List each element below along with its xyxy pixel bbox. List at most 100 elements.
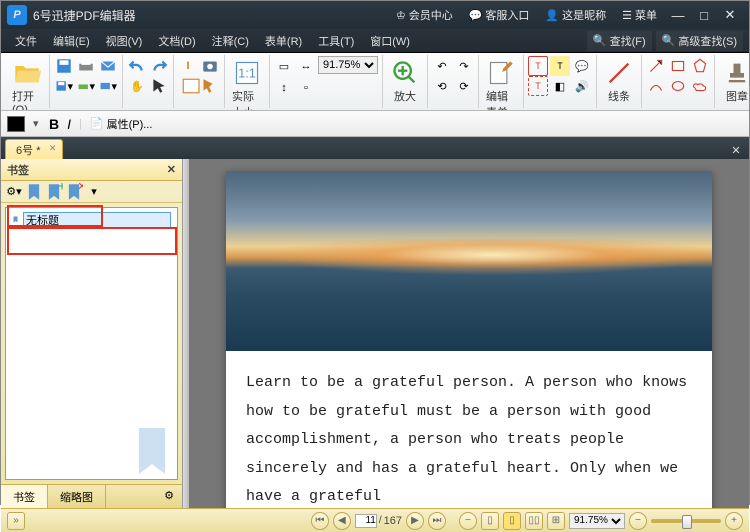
sound-button[interactable]: 🔊 [572, 76, 592, 96]
text-box-button[interactable]: T [528, 56, 548, 76]
close-panel-button[interactable]: ✕ [167, 163, 176, 176]
save-button[interactable] [54, 56, 74, 76]
menu-tool[interactable]: 工具(T) [310, 30, 362, 52]
ribbon-toolbar: 打开(O)... ▾ ▾ ▾ ✋ I 1:1 [1, 53, 749, 111]
redo-button[interactable] [149, 56, 169, 76]
advanced-find-button[interactable]: 🔍 高级查找(S) [656, 31, 743, 51]
page-number-input[interactable] [355, 514, 377, 528]
edit-form-button[interactable]: 编辑表单 [483, 56, 519, 111]
note-button[interactable]: 💬 [572, 56, 592, 76]
menu-comment[interactable]: 注释(C) [204, 30, 257, 52]
minimize-button[interactable]: — [665, 8, 691, 23]
document-tab[interactable]: 6号 *✕ [5, 139, 63, 159]
next-page-button[interactable]: ▶ [406, 512, 424, 530]
actual-size-button[interactable]: 1:1 实际大小 [229, 56, 265, 111]
bookmark-watermark-icon [132, 428, 172, 474]
continuous-page-button[interactable]: ▯ [503, 512, 521, 530]
fit-visible-button[interactable]: ▫ [296, 78, 316, 98]
prev-page-button[interactable]: ◀ [333, 512, 351, 530]
bookmark-settings-button[interactable]: ⚙▾ [5, 183, 23, 201]
properties-button[interactable]: 📄属性(P)... [90, 116, 153, 132]
rect-button[interactable] [668, 56, 688, 76]
first-page-button[interactable]: ⏮ [311, 512, 329, 530]
page-number-display: /167 [355, 514, 402, 528]
document-scroll-area[interactable]: Learn to be a grateful person. A person … [189, 159, 749, 508]
fit-page-button[interactable]: ▭ [274, 56, 294, 76]
menu-form[interactable]: 表单(R) [257, 30, 310, 52]
oval-button[interactable] [668, 76, 688, 96]
single-page-button[interactable]: ▯ [481, 512, 499, 530]
zoom-plus-button[interactable]: + [725, 512, 743, 530]
print-button[interactable] [76, 56, 96, 76]
zoom-out-status-button[interactable]: − [459, 512, 477, 530]
bookmark-item[interactable] [8, 210, 175, 230]
bookmarks-panel: 书签 ✕ ⚙▾ + × ▾ 书签 缩略图 ⚙ [1, 159, 183, 508]
color-swatch[interactable] [7, 116, 25, 132]
support-button[interactable]: 💬 客服入口 [461, 4, 538, 26]
highlight-button[interactable]: T [550, 56, 570, 76]
fit-height-button[interactable]: ↕ [274, 78, 294, 98]
rotate-page-left-button[interactable]: ⟲ [432, 76, 452, 96]
rotate-right-button[interactable]: ↷ [454, 56, 474, 76]
bookmark-name-input[interactable] [23, 212, 171, 228]
maximize-button[interactable]: □ [691, 8, 717, 23]
add-bookmark-button[interactable] [25, 183, 43, 201]
find-button[interactable]: 🔍 查找(F) [587, 31, 652, 51]
email-button[interactable] [98, 56, 118, 76]
scan-button[interactable]: ▾ [76, 76, 96, 96]
zoom-slider[interactable] [651, 519, 721, 523]
facing-page-button[interactable]: ▯▯ [525, 512, 543, 530]
menu-document[interactable]: 文档(D) [150, 30, 203, 52]
pdf-page: Learn to be a grateful person. A person … [226, 171, 712, 508]
stamp-icon [723, 59, 749, 87]
pencil-button[interactable] [646, 76, 666, 96]
panel-title: 书签 [7, 162, 29, 178]
expand-bookmark-button[interactable]: ▾ [85, 183, 103, 201]
open-button[interactable]: 打开(O)... [9, 56, 45, 111]
main-menu-button[interactable]: ☰ 菜单 [614, 4, 665, 26]
arrow-button[interactable] [646, 56, 666, 76]
menu-file[interactable]: 文件 [7, 30, 45, 52]
menu-edit[interactable]: 编辑(E) [45, 30, 98, 52]
zoom-minus-button[interactable]: − [629, 512, 647, 530]
close-tab-icon[interactable]: ✕ [49, 143, 57, 154]
text-field-button[interactable]: T [528, 76, 548, 96]
status-bar: » ⏮ ◀ /167 ▶ ⏭ − ▯ ▯ ▯▯ ⊞ 91.75% − + [1, 508, 749, 532]
zoom-in-button[interactable]: 放大 [387, 56, 423, 107]
snapshot-button[interactable] [200, 56, 220, 76]
svg-text:1:1: 1:1 [238, 66, 256, 81]
save-as-button[interactable]: ▾ [54, 76, 74, 96]
rotate-page-right-button[interactable]: ⟳ [454, 76, 474, 96]
bookmark-icon [12, 214, 19, 226]
bold-button[interactable]: B [49, 116, 59, 132]
stamp-button[interactable]: 图章 [719, 56, 749, 107]
title-bar: P 6号迅捷PDF编辑器 ♔ 会员中心 💬 客服入口 👤 这是昵称 ☰ 菜单 —… [1, 1, 749, 29]
polygon-button[interactable] [690, 56, 710, 76]
continuous-facing-button[interactable]: ⊞ [547, 512, 565, 530]
hand-tool-button[interactable]: ✋ [127, 76, 147, 96]
close-all-tabs-button[interactable]: ✕ [727, 141, 745, 159]
select-tool-button[interactable] [149, 76, 169, 96]
rotate-left-button[interactable]: ↶ [432, 56, 452, 76]
options-collapse-button[interactable]: » [7, 512, 25, 530]
zoom-select[interactable]: 91.75% [318, 56, 378, 74]
add-child-bookmark-button[interactable]: + [45, 183, 63, 201]
undo-button[interactable] [127, 56, 147, 76]
close-button[interactable]: ✕ [717, 7, 743, 23]
italic-button[interactable]: I [67, 116, 71, 132]
menu-window[interactable]: 窗口(W) [362, 30, 418, 52]
status-zoom-select[interactable]: 91.75% [569, 513, 625, 529]
last-page-button[interactable]: ⏭ [428, 512, 446, 530]
member-center-button[interactable]: ♔ 会员中心 [388, 4, 461, 26]
side-panel-tabs: 书签 缩略图 ⚙ [1, 484, 182, 508]
text-select-button[interactable]: I [178, 56, 198, 76]
nickname-button[interactable]: 👤 这是昵称 [537, 4, 614, 26]
edit-text-button[interactable] [179, 76, 219, 96]
cloud-button[interactable] [690, 76, 710, 96]
menu-view[interactable]: 视图(V) [98, 30, 151, 52]
delete-bookmark-button[interactable]: × [65, 183, 83, 201]
fit-width-button[interactable]: ↔ [296, 56, 316, 76]
mail-dropdown[interactable]: ▾ [98, 76, 118, 96]
callout-button[interactable]: ◧ [550, 76, 570, 96]
line-shapes-button[interactable]: 线条 [601, 56, 637, 107]
